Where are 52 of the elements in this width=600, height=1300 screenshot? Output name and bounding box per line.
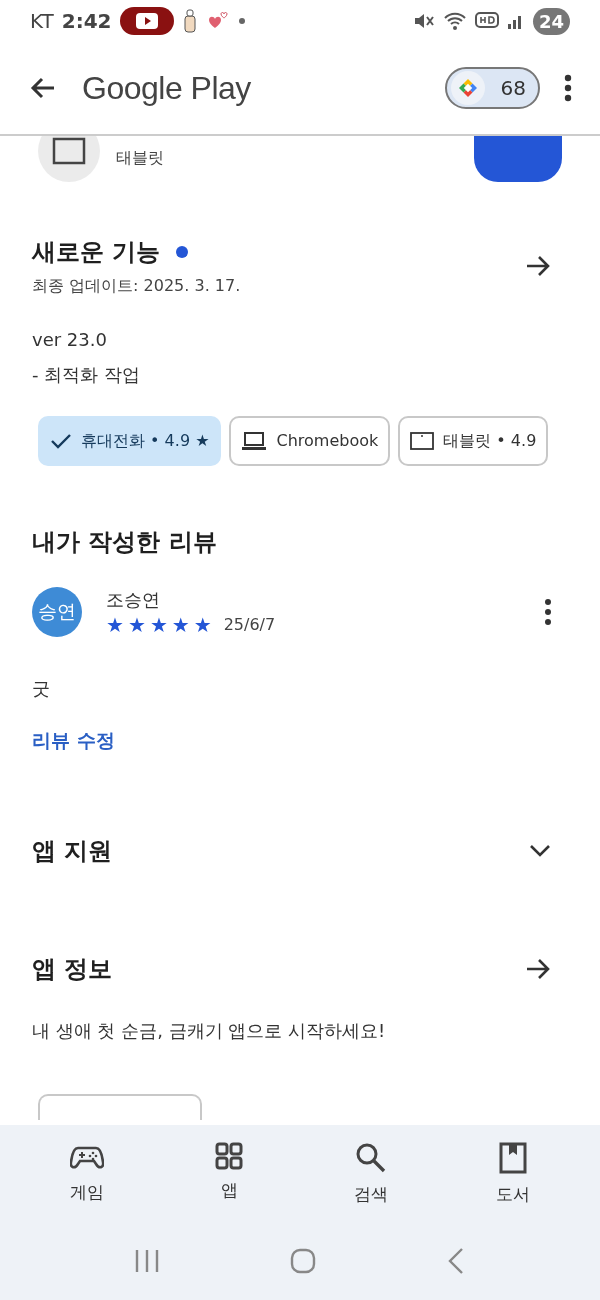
device-icon (38, 136, 100, 182)
release-note: ver 23.0 (32, 328, 108, 352)
apps-grid-icon (215, 1142, 243, 1170)
section-title: 새로운 기능 (32, 237, 161, 268)
review-text: 굿 (31, 677, 51, 701)
star-icon: ★ (171, 615, 190, 635)
reviewer-name: 조승연 (106, 588, 161, 612)
wifi-icon (442, 11, 467, 31)
section-title: 내가 작성한 리뷰 (31, 527, 218, 558)
nav-tab[interactable]: 도서 (463, 1141, 563, 1209)
install-button[interactable] (474, 136, 562, 182)
tablet-icon (410, 431, 435, 451)
check-icon (50, 432, 72, 450)
nav-tab[interactable]: 검색 (321, 1141, 421, 1209)
star-icon: ★ (149, 615, 168, 635)
edit-review-link[interactable]: 리뷰 수정 (32, 729, 115, 751)
section-title: 앱 정보 (32, 953, 113, 985)
hd-icon (474, 11, 499, 31)
laptop-icon (241, 431, 268, 451)
review-date: 25/6/7 (223, 614, 276, 636)
star-icon: ★ (193, 615, 212, 635)
device-label: 태블릿 (116, 147, 164, 169)
new-dot-icon (176, 246, 189, 258)
carrier-name: KT (30, 8, 54, 35)
bottle-icon (181, 9, 198, 33)
app-description: 내 생애 첫 순금, 금캐기 앱으로 시작하세요! (31, 1018, 387, 1043)
mute-icon (412, 11, 435, 31)
more-options-icon[interactable] (564, 74, 572, 102)
recent-apps-icon[interactable] (134, 1247, 160, 1274)
device-filter-chip[interactable]: 휴대전화 • 4.9 ★ (38, 416, 222, 466)
back-nav-icon[interactable] (446, 1246, 466, 1275)
release-note: - 최적화 작업 (32, 363, 141, 387)
search-icon (355, 1142, 387, 1174)
nav-tab[interactable]: 게임 (37, 1141, 137, 1209)
app-title: Google Play (82, 69, 251, 108)
home-icon[interactable] (290, 1247, 316, 1274)
dot-icon (237, 17, 246, 25)
update-date: 최종 업데이트: 2025. 3. 17. (32, 275, 241, 297)
bookmark-book-icon (499, 1142, 527, 1174)
avatar: 승연 (32, 586, 82, 637)
star-icon: ★ (127, 615, 146, 635)
device-filter-chip[interactable]: 태블릿 • 4.9 (398, 416, 549, 466)
star-icon: ★ (106, 615, 124, 635)
more-options-icon[interactable] (544, 597, 552, 626)
points-button[interactable]: 68 (444, 67, 540, 109)
device-filter-chip[interactable]: Chromebook (229, 416, 391, 466)
video-app-icon (119, 7, 174, 35)
battery-level: 24 (532, 7, 570, 35)
chevron-down-icon[interactable] (528, 842, 552, 859)
nav-tab[interactable]: 앱 (179, 1141, 279, 1209)
clock-time: 2:42 (61, 8, 112, 35)
section-title: 앱 지원 (32, 835, 113, 867)
